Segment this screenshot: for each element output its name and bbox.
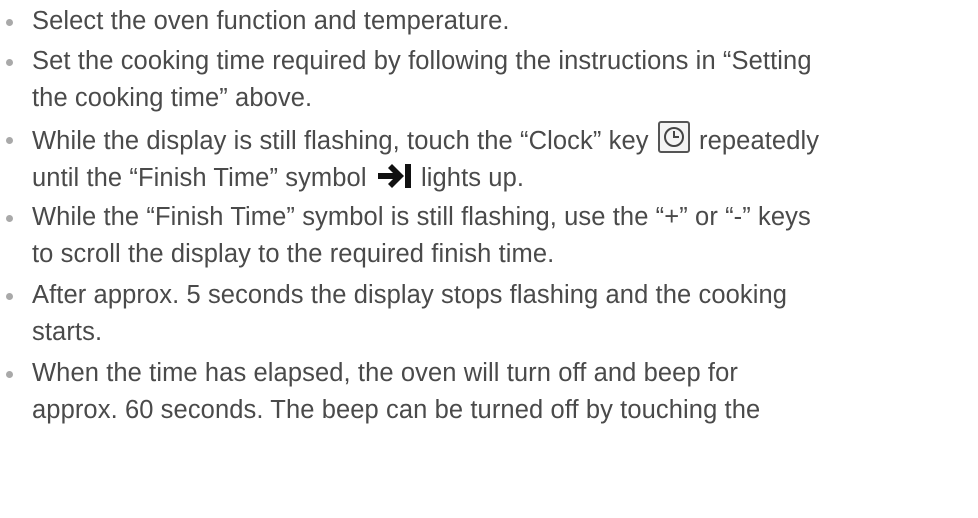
bullet-dot <box>6 59 13 66</box>
instruction-text-before-clock: While the display is still flashing, tou… <box>32 127 649 155</box>
bullet-dot <box>6 19 13 26</box>
instruction-text-line2: approx. 60 seconds. The beep can be turn… <box>32 396 761 424</box>
instruction-text: Select the oven function and temperature… <box>32 7 510 35</box>
instruction-item: Set the cooking time required by followi… <box>0 43 812 117</box>
instruction-item: After approx. 5 seconds the display stop… <box>0 277 787 351</box>
instruction-text-line2: starts. <box>32 318 103 346</box>
instruction-item: When the time has elapsed, the oven will… <box>0 355 760 429</box>
bullet-dot <box>6 371 13 378</box>
bullet-dot <box>6 293 13 300</box>
instruction-text-line2: the cooking time” above. <box>32 84 313 112</box>
bullet-dot <box>6 137 13 144</box>
instruction-text-line1: When the time has elapsed, the oven will… <box>32 359 738 387</box>
bullet-dot <box>6 215 13 222</box>
instruction-text-after-finish: lights up. <box>420 164 525 192</box>
instruction-text-line1: Set the cooking time required by followi… <box>32 47 812 75</box>
instruction-item: While the display is still flashing, tou… <box>0 121 819 197</box>
instruction-text-line2: to scroll the display to the required fi… <box>32 240 555 268</box>
instruction-item: Select the oven function and temperature… <box>0 3 510 40</box>
instruction-text-after-clock: repeatedly <box>699 127 820 155</box>
finish-time-arrow-icon <box>377 164 411 188</box>
clock-key-icon <box>657 121 690 153</box>
instruction-text-before-finish: until the “Finish Time” symbol <box>32 164 367 192</box>
instruction-item: While the “Finish Time” symbol is still … <box>0 199 811 273</box>
instruction-text-line1: After approx. 5 seconds the display stop… <box>32 281 788 309</box>
instruction-text-line1: While the “Finish Time” symbol is still … <box>32 203 811 231</box>
